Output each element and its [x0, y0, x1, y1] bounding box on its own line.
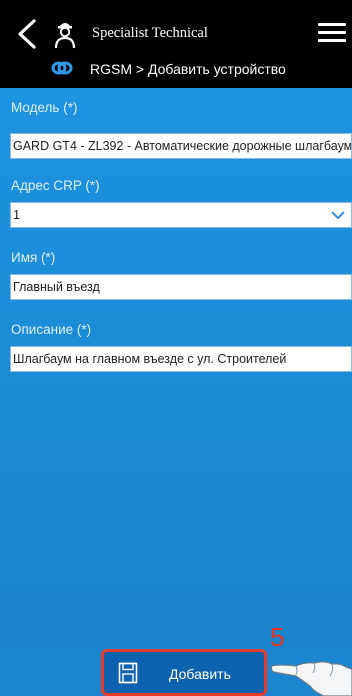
model-label: Модель (*) — [11, 100, 78, 115]
chevron-down-icon — [331, 211, 345, 220]
crp-address-label: Адрес CRP (*) — [11, 178, 100, 193]
description-label: Описание (*) — [11, 322, 92, 337]
model-select[interactable]: GARD GT4 - ZL392 - Автоматические дорожн… — [10, 133, 352, 159]
name-input[interactable]: Главный въезд — [10, 274, 352, 300]
description-input[interactable]: Шлагбаум на главном въезде с ул. Строите… — [10, 346, 352, 372]
crp-address-value: 1 — [13, 208, 20, 222]
breadcrumb: RGSM > Добавить устройство — [90, 61, 286, 77]
device-form: Модель (*) GARD GT4 - ZL392 - Автоматиче… — [0, 88, 352, 648]
add-button[interactable]: Добавить — [101, 649, 267, 696]
top-bar: Specialist Technical RGSM > Добавить уст… — [0, 0, 352, 88]
link-icon — [51, 61, 73, 75]
menu-icon[interactable] — [318, 23, 346, 45]
save-icon — [118, 662, 138, 684]
add-button-label: Добавить — [169, 666, 231, 682]
crp-address-select[interactable]: 1 — [10, 202, 352, 228]
pointing-hand-icon — [270, 661, 352, 696]
model-value: GARD GT4 - ZL392 - Автоматические дорожн… — [13, 139, 352, 153]
back-arrow-icon[interactable] — [14, 19, 40, 49]
name-label: Имя (*) — [11, 250, 56, 265]
name-value: Главный въезд — [13, 280, 100, 294]
description-value: Шлагбаум на главном въезде с ул. Строите… — [13, 352, 287, 366]
app-title: Specialist Technical — [92, 25, 208, 41]
user-icon — [54, 23, 76, 49]
